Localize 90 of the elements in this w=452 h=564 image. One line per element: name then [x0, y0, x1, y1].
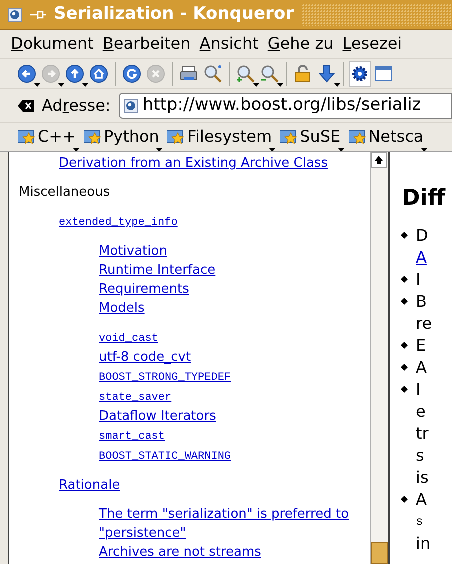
- address-field[interactable]: http://www.boost.org/libs/serializ: [118, 92, 452, 118]
- find-icon: [203, 64, 223, 84]
- section-heading: Miscellaneous: [19, 184, 110, 202]
- pin-icon: [30, 10, 46, 20]
- menu-item[interactable]: Dokument: [11, 32, 94, 56]
- window-title: Serialization - Konqueror: [54, 2, 294, 26]
- bullet: [400, 386, 408, 394]
- bullet-text: E: [416, 335, 426, 357]
- scrollbar-thumb[interactable]: [371, 542, 388, 564]
- clear-field-icon[interactable]: [18, 100, 34, 112]
- lock-icon: [293, 64, 313, 84]
- stop-icon: [146, 64, 166, 84]
- bullet-text: s: [416, 514, 424, 531]
- doc-link[interactable]: Motivation: [99, 242, 168, 261]
- star-folder-icon: [167, 129, 186, 145]
- forward-icon: [41, 64, 61, 84]
- doc-link[interactable]: A: [416, 247, 428, 269]
- bullet-text: D: [416, 225, 428, 247]
- gear-icon: [350, 64, 370, 84]
- dropdown-arrow-icon: [58, 82, 65, 86]
- window-icon: [374, 64, 394, 84]
- gear-tool-button[interactable]: [349, 60, 371, 86]
- doc-link[interactable]: The term "serialization" is preferred to "persistence": [99, 505, 354, 543]
- zoomin-icon: [236, 64, 256, 84]
- bookmark-folder[interactable]: Netsca: [348, 125, 428, 149]
- star-folder-icon: [348, 129, 367, 145]
- bookmark-folder[interactable]: Filesystem: [167, 125, 276, 149]
- doc-link[interactable]: BOOST_STRONG_TYPEDEF: [99, 370, 232, 387]
- bookmark-folder[interactable]: Python: [84, 125, 164, 149]
- scrollbar[interactable]: [370, 152, 388, 564]
- doc-link[interactable]: state_saver: [99, 390, 172, 407]
- bullet-text: is: [416, 467, 429, 489]
- doc-link[interactable]: Requirements: [99, 280, 190, 299]
- dropdown-arrow-icon: [156, 148, 164, 151]
- doc-link[interactable]: Archives are not streams: [99, 543, 262, 562]
- dropdown-arrow-icon: [72, 148, 80, 151]
- bullet-text: in: [416, 533, 431, 555]
- doc-link[interactable]: Dataflow Iterators: [99, 407, 216, 426]
- menu-item[interactable]: Gehe zu: [268, 32, 334, 56]
- bullet-text: s: [416, 445, 426, 467]
- bullet: [400, 232, 408, 240]
- star-folder-icon: [18, 129, 36, 145]
- bookmark-folder[interactable]: C++: [18, 125, 80, 149]
- address-label: Adresse:: [42, 94, 111, 116]
- doc-link[interactable]: Runtime Interface: [99, 261, 216, 280]
- bullet-text: I: [416, 379, 422, 401]
- menu-item[interactable]: Ansicht: [200, 32, 259, 56]
- app-icon: [8, 8, 22, 22]
- bullet-text: A: [416, 489, 428, 511]
- bullet-text: tr: [416, 423, 429, 445]
- bullet: [400, 364, 408, 372]
- dropdown-arrow-icon: [34, 82, 41, 86]
- dropdown-arrow-icon: [82, 82, 89, 86]
- bullet-text: e: [416, 401, 427, 423]
- page-icon: [124, 98, 138, 112]
- dropdown-arrow-icon: [269, 148, 276, 151]
- doc-link[interactable]: Derivation from an Existing Archive Class: [59, 154, 328, 173]
- bullet: [400, 496, 408, 504]
- doc-link[interactable]: extended_type_info: [59, 215, 178, 232]
- bullet: [400, 342, 408, 350]
- bullet-text: re: [416, 313, 432, 335]
- star-folder-icon: [280, 129, 298, 145]
- doc-link[interactable]: utf-8 code_cvt: [99, 348, 192, 367]
- up-icon: [65, 64, 85, 84]
- dropdown-arrow-icon: [338, 148, 345, 151]
- doc-link[interactable]: Rationale: [59, 476, 120, 495]
- bullet-text: B: [416, 291, 428, 313]
- bookmark-folder[interactable]: SuSE: [280, 125, 345, 149]
- download-icon: [317, 64, 337, 84]
- doc-link[interactable]: BOOST_STATIC_WARNING: [99, 449, 232, 466]
- doc-link[interactable]: smart_cast: [99, 429, 166, 446]
- bullet-text: A: [416, 357, 427, 379]
- menu-item[interactable]: Bearbeiten: [102, 32, 191, 56]
- print-icon: [179, 64, 199, 84]
- bullet: [400, 276, 408, 284]
- zoomout-icon: [260, 64, 280, 84]
- menu-item[interactable]: Lesezei: [342, 32, 402, 56]
- reload-icon: [122, 64, 142, 84]
- page-heading: Diff: [402, 185, 447, 213]
- dropdown-arrow-icon: [277, 82, 284, 86]
- dropdown-arrow-icon: [334, 82, 341, 86]
- doc-link[interactable]: Models: [99, 299, 145, 318]
- dropdown-arrow-icon: [420, 148, 428, 151]
- doc-link[interactable]: void_cast: [99, 331, 158, 348]
- back-icon: [17, 64, 37, 84]
- home-icon: [89, 64, 109, 84]
- bullet: [400, 298, 408, 306]
- star-folder-icon: [84, 129, 102, 145]
- dropdown-arrow-icon: [253, 82, 260, 86]
- bullet-text: I: [416, 269, 421, 291]
